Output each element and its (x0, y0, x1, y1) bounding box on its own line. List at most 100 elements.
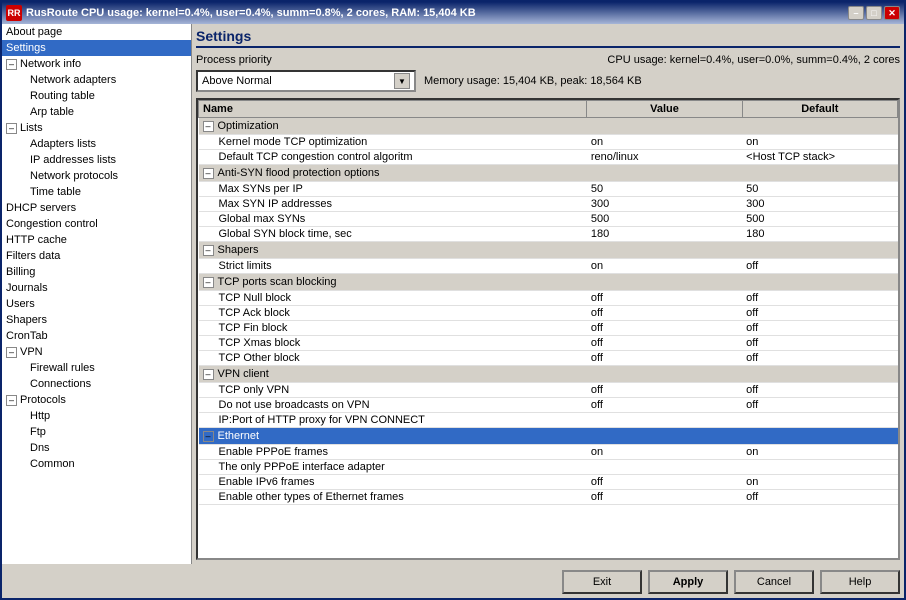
sidebar-item-settings[interactable]: Settings (2, 40, 191, 56)
sidebar-item-time-table[interactable]: Time table (2, 184, 191, 200)
sidebar-item-ftp[interactable]: Ftp (2, 424, 191, 440)
group-expand-anti-syn[interactable]: – (203, 168, 214, 179)
row-value: 50 (587, 182, 742, 197)
table-row[interactable]: Global max SYNs500500 (199, 212, 898, 227)
sidebar-item-network-adapters[interactable]: Network adapters (2, 72, 191, 88)
apply-button[interactable]: Apply (648, 570, 728, 594)
row-name: Enable IPv6 frames (199, 475, 587, 490)
sidebar-item-protocols[interactable]: –Protocols (2, 392, 191, 408)
row-name: Global max SYNs (199, 212, 587, 227)
table-row[interactable]: Enable PPPoE framesonon (199, 445, 898, 460)
sidebar-item-arp-table[interactable]: Arp table (2, 104, 191, 120)
sidebar-item-users[interactable]: Users (2, 296, 191, 312)
table-row[interactable]: Max SYN IP addresses300300 (199, 197, 898, 212)
row-default: on (742, 135, 897, 150)
sidebar-label-users: Users (6, 298, 35, 310)
sidebar-item-journals[interactable]: Journals (2, 280, 191, 296)
expand-icon-vpn[interactable]: – (6, 347, 17, 358)
expand-icon-network-info[interactable]: – (6, 59, 17, 70)
group-expand-vpn-client[interactable]: – (203, 369, 214, 380)
sidebar-item-vpn[interactable]: –VPN (2, 344, 191, 360)
table-row[interactable]: TCP Fin blockoffoff (199, 321, 898, 336)
table-row[interactable]: TCP only VPNoffoff (199, 383, 898, 398)
group-label-ethernet: Ethernet (218, 430, 260, 442)
sidebar-item-billing[interactable]: Billing (2, 264, 191, 280)
sidebar-item-common[interactable]: Common (2, 456, 191, 472)
group-label-shapers: Shapers (218, 244, 259, 256)
table-row[interactable]: TCP Xmas blockoffoff (199, 336, 898, 351)
exit-button[interactable]: Exit (562, 570, 642, 594)
group-expand-ethernet[interactable]: – (203, 431, 214, 442)
row-default: off (742, 398, 897, 413)
sidebar-item-http[interactable]: Http (2, 408, 191, 424)
priority-dropdown[interactable]: Above Normal ▼ (196, 70, 416, 92)
table-row[interactable]: Max SYNs per IP5050 (199, 182, 898, 197)
sidebar-item-lists[interactable]: –Lists (2, 120, 191, 136)
sidebar-label-shapers: Shapers (6, 314, 47, 326)
table-row[interactable]: IP:Port of HTTP proxy for VPN CONNECT (199, 413, 898, 428)
sidebar-item-congestion-control[interactable]: Congestion control (2, 216, 191, 232)
sidebar-item-filters-data[interactable]: Filters data (2, 248, 191, 264)
row-default (742, 413, 897, 428)
group-header-shapers[interactable]: –Shapers (199, 242, 898, 259)
sidebar-item-ip-addresses-lists[interactable]: IP addresses lists (2, 152, 191, 168)
dropdown-arrow[interactable]: ▼ (394, 73, 410, 89)
table-row[interactable]: Enable other types of Ethernet framesoff… (199, 490, 898, 505)
info-row-priority: Process priority CPU usage: kernel=0.4%,… (196, 54, 900, 66)
table-row[interactable]: Global SYN block time, sec180180 (199, 227, 898, 242)
sidebar-item-dhcp-servers[interactable]: DHCP servers (2, 200, 191, 216)
sidebar-label-routing-table: Routing table (30, 90, 95, 102)
group-expand-optimization[interactable]: – (203, 121, 214, 132)
table-row[interactable]: Do not use broadcasts on VPNoffoff (199, 398, 898, 413)
table-row[interactable]: TCP Other blockoffoff (199, 351, 898, 366)
minimize-button[interactable]: – (848, 6, 864, 20)
group-label-tcp-ports-scan: TCP ports scan blocking (218, 276, 337, 288)
sidebar-item-routing-table[interactable]: Routing table (2, 88, 191, 104)
group-expand-shapers[interactable]: – (203, 245, 214, 256)
group-header-anti-syn[interactable]: –Anti-SYN flood protection options (199, 165, 898, 182)
table-row[interactable]: The only PPPoE interface adapter (199, 460, 898, 475)
sidebar-item-adapters-lists[interactable]: Adapters lists (2, 136, 191, 152)
close-button[interactable]: ✕ (884, 6, 900, 20)
table-row[interactable]: TCP Null blockoffoff (199, 291, 898, 306)
help-button[interactable]: Help (820, 570, 900, 594)
table-row[interactable]: Enable IPv6 framesoffon (199, 475, 898, 490)
sidebar-item-about[interactable]: About page (2, 24, 191, 40)
maximize-button[interactable]: □ (866, 6, 882, 20)
group-header-ethernet[interactable]: –Ethernet (199, 428, 898, 445)
expand-icon-protocols[interactable]: – (6, 395, 17, 406)
sidebar-item-crontab[interactable]: CronTab (2, 328, 191, 344)
col-header-default: Default (742, 101, 897, 118)
sidebar-label-journals: Journals (6, 282, 48, 294)
title-bar: RR RusRoute CPU usage: kernel=0.4%, user… (2, 2, 904, 24)
bottom-bar: Exit Apply Cancel Help (2, 564, 904, 598)
row-value: off (587, 336, 742, 351)
group-header-optimization[interactable]: –Optimization (199, 118, 898, 135)
expand-icon-lists[interactable]: – (6, 123, 17, 134)
sidebar-item-connections[interactable]: Connections (2, 376, 191, 392)
sidebar-label-billing: Billing (6, 266, 35, 278)
table-row[interactable]: Default TCP congestion control algoritmr… (199, 150, 898, 165)
sidebar-item-dns[interactable]: Dns (2, 440, 191, 456)
sidebar-item-http-cache[interactable]: HTTP cache (2, 232, 191, 248)
table-row[interactable]: Kernel mode TCP optimizationonon (199, 135, 898, 150)
table-row[interactable]: Strict limitsonoff (199, 259, 898, 274)
row-value: reno/linux (587, 150, 742, 165)
sidebar-label-http: Http (30, 410, 50, 422)
group-header-tcp-ports-scan[interactable]: –TCP ports scan blocking (199, 274, 898, 291)
cancel-button[interactable]: Cancel (734, 570, 814, 594)
row-name: TCP Other block (199, 351, 587, 366)
sidebar-item-firewall-rules[interactable]: Firewall rules (2, 360, 191, 376)
sidebar-label-crontab: CronTab (6, 330, 48, 342)
sidebar-item-network-info[interactable]: –Network info (2, 56, 191, 72)
row-value: off (587, 291, 742, 306)
group-header-vpn-client[interactable]: –VPN client (199, 366, 898, 383)
sidebar-item-network-protocols[interactable]: Network protocols (2, 168, 191, 184)
group-expand-tcp-ports-scan[interactable]: – (203, 277, 214, 288)
row-name: Default TCP congestion control algoritm (199, 150, 587, 165)
sidebar-label-adapters-lists: Adapters lists (30, 138, 96, 150)
table-row[interactable]: TCP Ack blockoffoff (199, 306, 898, 321)
sidebar-item-shapers[interactable]: Shapers (2, 312, 191, 328)
sidebar-label-ftp: Ftp (30, 426, 46, 438)
row-default: off (742, 306, 897, 321)
